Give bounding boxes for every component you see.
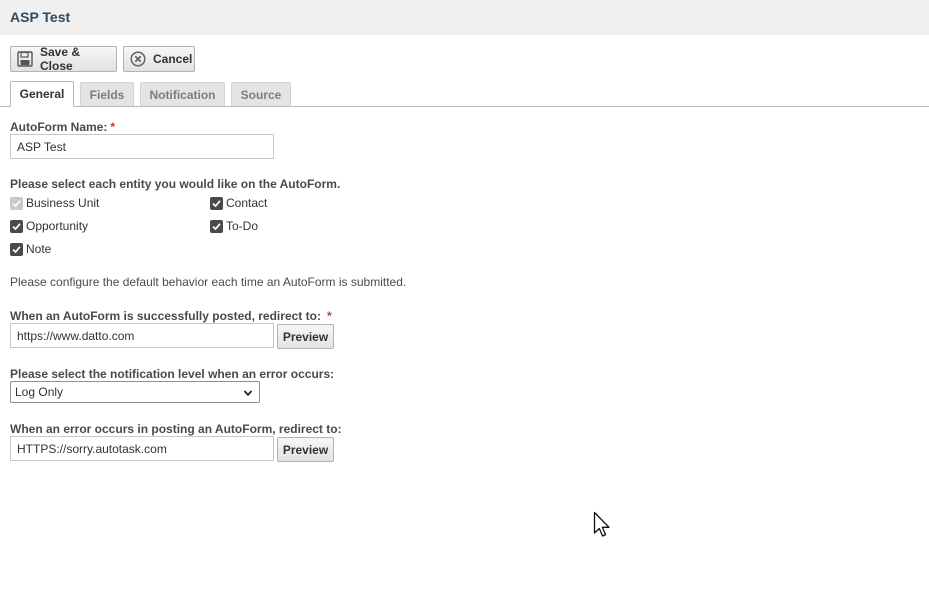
notification-level-select[interactable]: Log Only <box>10 381 260 403</box>
cancel-button[interactable]: Cancel <box>123 46 195 72</box>
configure-instructions: Please configure the default behavior ea… <box>10 275 407 289</box>
error-preview-button[interactable]: Preview <box>277 437 334 462</box>
chevron-down-icon <box>243 387 253 401</box>
tab-notification[interactable]: Notification <box>140 82 225 106</box>
checkbox-label: To-Do <box>226 219 259 233</box>
checkbox-label: Business Unit <box>26 196 100 210</box>
checkmark-icon <box>10 196 23 210</box>
tab-general[interactable]: General <box>10 81 74 107</box>
success-preview-button[interactable]: Preview <box>277 324 334 349</box>
checkbox-note[interactable]: Note <box>10 242 51 256</box>
tab-source[interactable]: Source <box>231 82 291 106</box>
tabs-divider <box>0 106 929 107</box>
checkbox-to-do[interactable]: To-Do <box>210 219 258 233</box>
autoform-name-label-text: AutoForm Name: <box>10 120 108 134</box>
window-title: ASP Test <box>10 9 71 25</box>
checkmark-icon <box>10 219 23 233</box>
cancel-label: Cancel <box>153 52 193 66</box>
checkbox-label: Contact <box>226 196 268 210</box>
checkmark-icon <box>210 219 223 233</box>
save-close-label: Save & Close <box>40 45 81 73</box>
checkbox-opportunity[interactable]: Opportunity <box>10 219 88 233</box>
checkmark-icon <box>210 196 223 210</box>
save-close-button[interactable]: Save & Close <box>10 45 117 73</box>
mouse-pointer-icon <box>593 511 613 542</box>
success-redirect-input[interactable] <box>10 323 274 348</box>
autoform-name-input[interactable] <box>10 134 274 159</box>
floppy-disk-icon <box>17 51 33 67</box>
tab-fields[interactable]: Fields <box>80 82 134 106</box>
entities-label: Please select each entity you would like… <box>10 177 341 191</box>
checkmark-icon <box>10 242 23 256</box>
cancel-circle-icon <box>130 51 146 67</box>
required-marker: * <box>110 120 116 134</box>
checkbox-label: Opportunity <box>26 219 89 233</box>
checkbox-contact[interactable]: Contact <box>210 196 267 210</box>
notification-level-value: Log Only <box>15 385 64 399</box>
error-redirect-label: When an error occurs in posting an AutoF… <box>10 422 342 436</box>
checkbox-business-unit[interactable]: Business Unit <box>10 196 99 210</box>
title-bar: ASP Test <box>0 0 929 35</box>
success-redirect-label-text: When an AutoForm is successfully posted,… <box>10 309 321 323</box>
required-marker: * <box>326 309 332 323</box>
autoform-name-label: AutoForm Name: * <box>10 120 115 134</box>
checkbox-label: Note <box>26 242 52 256</box>
success-redirect-label: When an AutoForm is successfully posted,… <box>10 309 332 323</box>
error-redirect-input[interactable] <box>10 436 274 461</box>
notification-level-label: Please select the notification level whe… <box>10 367 335 381</box>
